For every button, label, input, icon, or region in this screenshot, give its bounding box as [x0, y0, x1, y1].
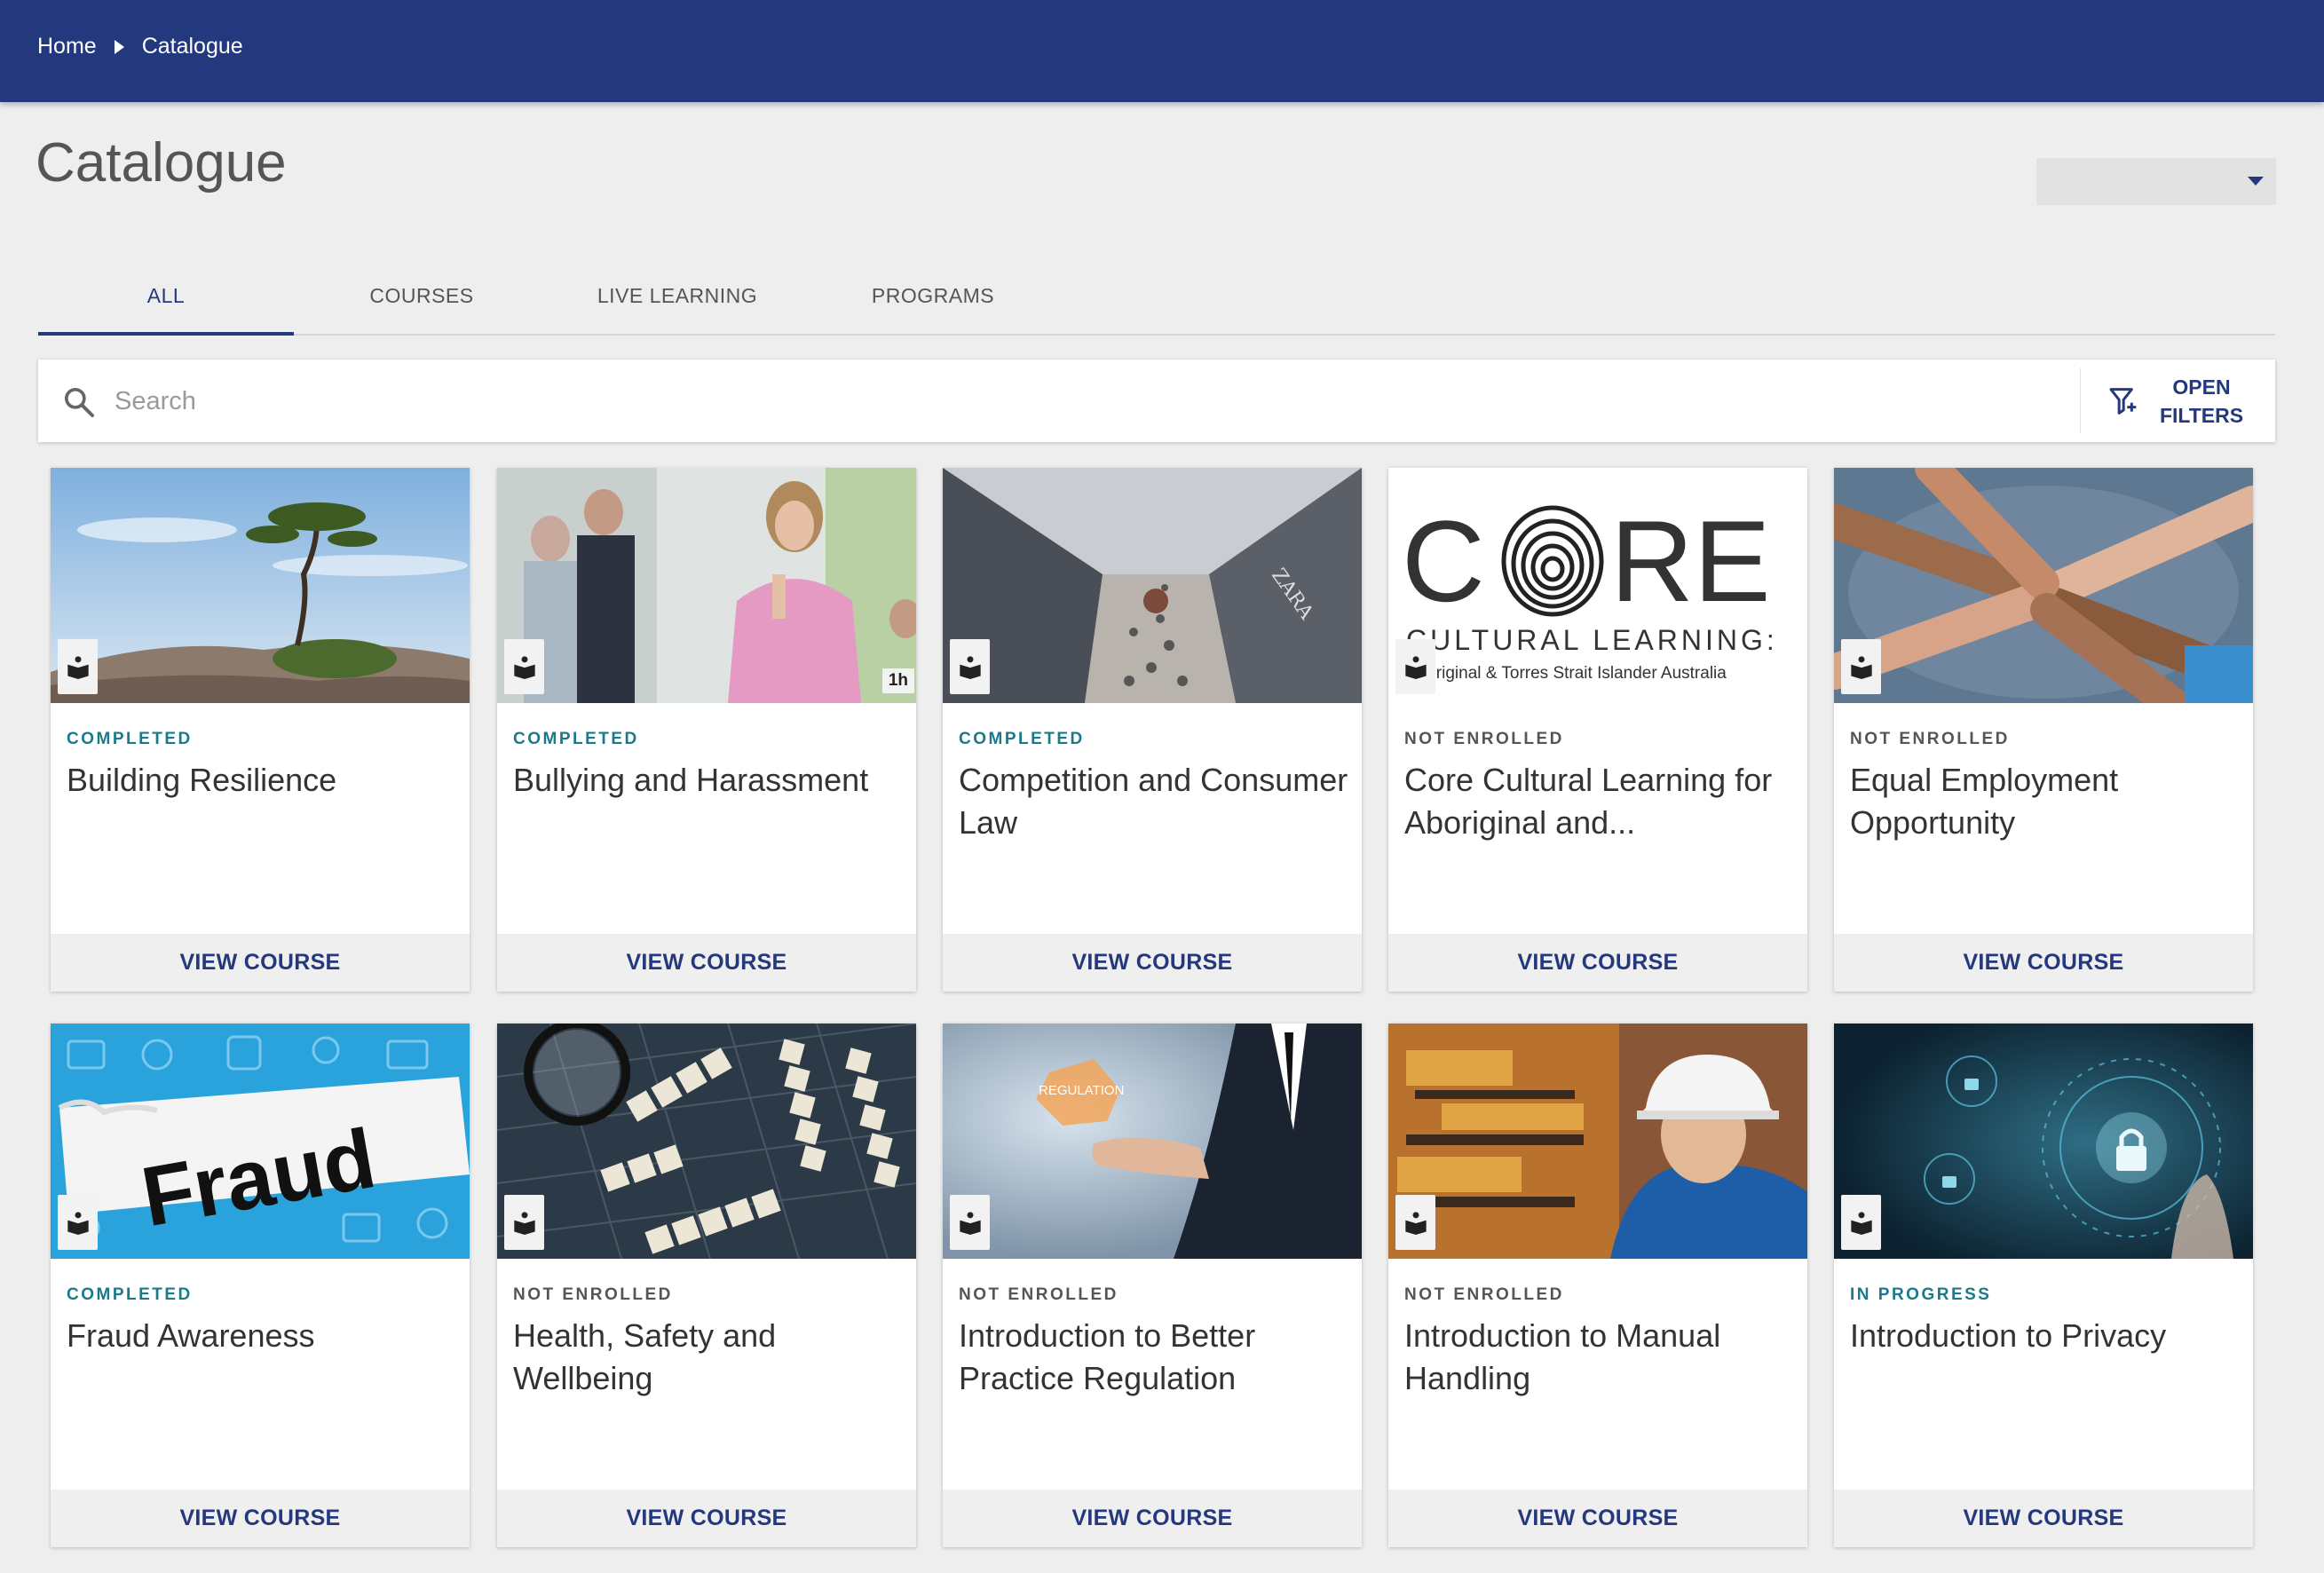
course-thumbnail-hardhat-worker	[1388, 1024, 1807, 1259]
breadcrumb-separator-icon	[114, 39, 124, 54]
course-duration-badge: 1h	[881, 668, 914, 693]
tab-all[interactable]: ALL	[38, 257, 294, 336]
svg-text:REGULATION: REGULATION	[1039, 1083, 1124, 1098]
tab-courses[interactable]: COURSES	[294, 257, 549, 334]
breadcrumb-home-link[interactable]: Home	[37, 34, 97, 59]
course-title: Equal Employment Opportunity	[1850, 762, 2119, 841]
svg-text:Aboriginal & Torres Strait Isl: Aboriginal & Torres Strait Islander Aust…	[1406, 664, 1727, 683]
course-type-icon	[950, 639, 990, 694]
course-status: IN PROGRESS	[1850, 1285, 1992, 1304]
course-status: COMPLETED	[67, 1285, 193, 1304]
course-type-icon	[1395, 1195, 1435, 1250]
course-thumbnail-core-logo: C RE CULTURAL LEARNING: Aboriginal & Tor…	[1388, 468, 1807, 703]
course-card: REGULATION NOT ENROLLED Introduction to …	[943, 1024, 1362, 1547]
course-status: NOT ENROLLED	[1404, 1285, 1564, 1304]
course-thumbnail-scrabble-tiles	[497, 1024, 916, 1259]
course-title: Health, Safety and Wellbeing	[513, 1317, 777, 1396]
view-course-button[interactable]: VIEW COURSE	[51, 1490, 470, 1547]
filter-add-icon	[2109, 388, 2137, 415]
course-card: ZARA COMPLETED Competition and Consumer …	[943, 468, 1362, 992]
course-status: COMPLETED	[959, 730, 1085, 748]
course-type-icon	[504, 639, 544, 694]
course-title: Bullying and Harassment	[513, 762, 869, 798]
breadcrumb: Home Catalogue	[37, 34, 243, 59]
view-course-button[interactable]: VIEW COURSE	[943, 1490, 1362, 1547]
course-card: NOT ENROLLED Health, Safety and Wellbein…	[497, 1024, 916, 1547]
course-type-icon	[1395, 639, 1435, 694]
course-card: NOT ENROLLED Introduction to Manual Hand…	[1388, 1024, 1807, 1547]
course-title: Competition and Consumer Law	[959, 762, 1348, 841]
tab-bar: ALL COURSES LIVE LEARNING PROGRAMS	[38, 257, 2275, 336]
search-divider	[2080, 368, 2081, 433]
course-title: Introduction to Manual Handling	[1404, 1317, 1721, 1396]
tab-live-learning[interactable]: LIVE LEARNING	[549, 257, 805, 334]
open-filters-label: OPEN FILTERS	[2159, 375, 2244, 427]
course-status: COMPLETED	[67, 730, 193, 748]
course-thumbnail-hands-stack	[1834, 468, 2253, 703]
search-icon	[65, 388, 94, 417]
course-thumbnail-regulation-hand: REGULATION	[943, 1024, 1362, 1259]
course-thumbnail-digital-lock	[1834, 1024, 2253, 1259]
svg-text:C: C	[1402, 496, 1485, 626]
course-title: Fraud Awareness	[67, 1317, 315, 1354]
course-thumbnail-office-people	[497, 468, 916, 703]
view-course-button[interactable]: VIEW COURSE	[943, 934, 1362, 992]
page-title: Catalogue	[36, 132, 287, 194]
course-title: Building Resilience	[67, 762, 337, 798]
chevron-down-icon	[2248, 177, 2264, 186]
view-course-button[interactable]: VIEW COURSE	[497, 1490, 916, 1547]
breadcrumb-current: Catalogue	[141, 34, 243, 59]
course-title: Introduction to Better Practice Regulati…	[959, 1317, 1256, 1396]
top-bar: Home Catalogue	[0, 0, 2324, 102]
course-card: IN PROGRESS Introduction to Privacy VIEW…	[1834, 1024, 2253, 1547]
course-thumbnail-tree-landscape	[51, 468, 470, 703]
view-course-button[interactable]: VIEW COURSE	[1834, 934, 2253, 992]
course-status: NOT ENROLLED	[1404, 730, 1564, 748]
course-card: NOT ENROLLED Equal Employment Opportunit…	[1834, 468, 2253, 992]
course-status: NOT ENROLLED	[959, 1285, 1119, 1304]
course-card: 1h COMPLETED Bullying and Harassment VIE…	[497, 468, 916, 992]
svg-text:RE: RE	[1610, 496, 1771, 626]
course-thumbnail-fraud-paper: Fraud	[51, 1024, 470, 1259]
course-type-icon	[1841, 639, 1881, 694]
course-card: C RE CULTURAL LEARNING: Aboriginal & Tor…	[1388, 468, 1807, 992]
search-input[interactable]	[113, 377, 2069, 425]
view-course-button[interactable]: VIEW COURSE	[497, 934, 916, 992]
course-card: COMPLETED Building Resilience VIEW COURS…	[51, 468, 470, 992]
svg-text:CULTURAL LEARNING:: CULTURAL LEARNING:	[1406, 624, 1778, 656]
course-type-icon	[950, 1195, 990, 1250]
view-course-button[interactable]: VIEW COURSE	[1834, 1490, 2253, 1547]
open-filters-button[interactable]: OPEN FILTERS	[2107, 370, 2266, 432]
course-status: NOT ENROLLED	[513, 1285, 673, 1304]
search-bar: OPEN FILTERS	[38, 360, 2275, 442]
view-course-button[interactable]: VIEW COURSE	[1388, 1490, 1807, 1547]
language-select[interactable]	[2036, 158, 2276, 205]
course-type-icon	[58, 1195, 98, 1250]
course-status: NOT ENROLLED	[1850, 730, 2010, 748]
view-course-button[interactable]: VIEW COURSE	[51, 934, 470, 992]
course-type-icon	[504, 1195, 544, 1250]
course-type-icon	[1841, 1195, 1881, 1250]
course-thumbnail-shopping-mall: ZARA	[943, 468, 1362, 703]
course-type-icon	[58, 639, 98, 694]
course-title: Introduction to Privacy	[1850, 1317, 2167, 1354]
course-card: Fraud COMPLETED Fraud Awareness VIEW COU…	[51, 1024, 470, 1547]
course-title: Core Cultural Learning for Aboriginal an…	[1404, 762, 1773, 841]
tab-programs[interactable]: PROGRAMS	[805, 257, 1061, 334]
view-course-button[interactable]: VIEW COURSE	[1388, 934, 1807, 992]
course-status: COMPLETED	[513, 730, 639, 748]
